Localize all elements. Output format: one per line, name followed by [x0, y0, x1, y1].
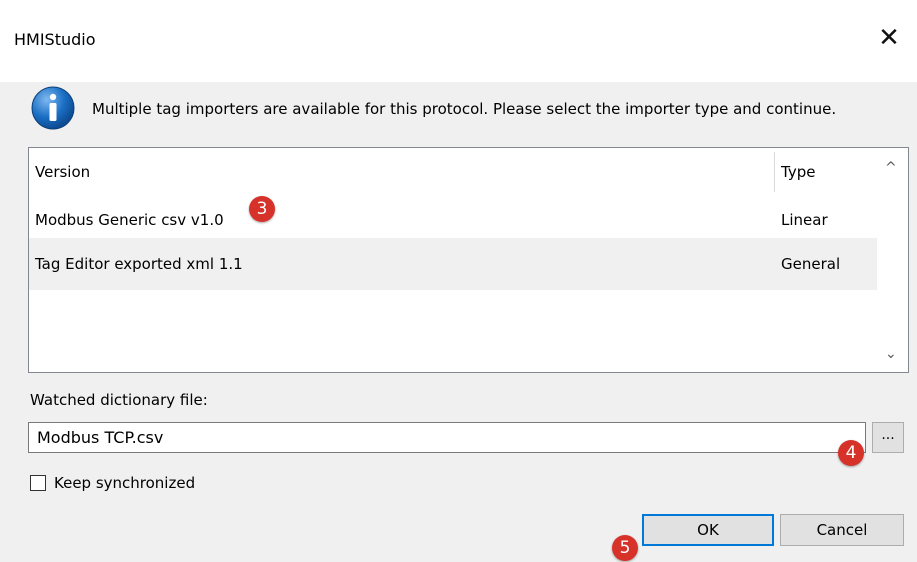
row-version: Modbus Generic csv v1.0 [35, 211, 224, 229]
keep-synchronized-option[interactable]: Keep synchronized [30, 474, 195, 492]
list-header: Version Type [29, 148, 877, 194]
step-badge-4: 4 [838, 440, 864, 466]
importer-list[interactable]: Version Type Modbus Generic csv v1.0 Lin… [28, 147, 909, 373]
cancel-button[interactable]: Cancel [780, 514, 904, 546]
info-message: Multiple tag importers are available for… [92, 100, 837, 118]
title-bar: HMIStudio ✕ [0, 0, 917, 82]
window-title: HMIStudio [14, 30, 96, 49]
step-badge-5: 5 [612, 535, 638, 561]
ok-button[interactable]: OK [642, 514, 774, 546]
close-icon: ✕ [878, 23, 900, 53]
column-divider[interactable] [774, 152, 775, 192]
vertical-scrollbar[interactable]: ^ ⌄ [878, 148, 908, 372]
close-button[interactable]: ✕ [871, 20, 907, 56]
scroll-down-icon[interactable]: ⌄ [885, 346, 897, 362]
keep-synchronized-label[interactable]: Keep synchronized [54, 474, 195, 492]
importer-dialog: HMIStudio ✕ Multiple tag importers are a… [0, 0, 917, 562]
browse-button[interactable]: ... [872, 422, 904, 453]
watched-file-label: Watched dictionary file: [30, 391, 208, 409]
row-type: Linear [781, 211, 828, 229]
column-header-version[interactable]: Version [35, 163, 90, 181]
step-badge-3: 3 [249, 196, 275, 222]
list-row[interactable]: Tag Editor exported xml 1.1 General [29, 238, 877, 290]
scroll-up-icon[interactable]: ^ [885, 160, 897, 176]
column-header-type[interactable]: Type [781, 163, 815, 181]
row-version: Tag Editor exported xml 1.1 [35, 255, 243, 273]
keep-synchronized-checkbox[interactable] [30, 475, 46, 491]
watched-file-input[interactable] [28, 422, 866, 453]
info-icon [31, 86, 75, 130]
row-type: General [781, 255, 841, 273]
